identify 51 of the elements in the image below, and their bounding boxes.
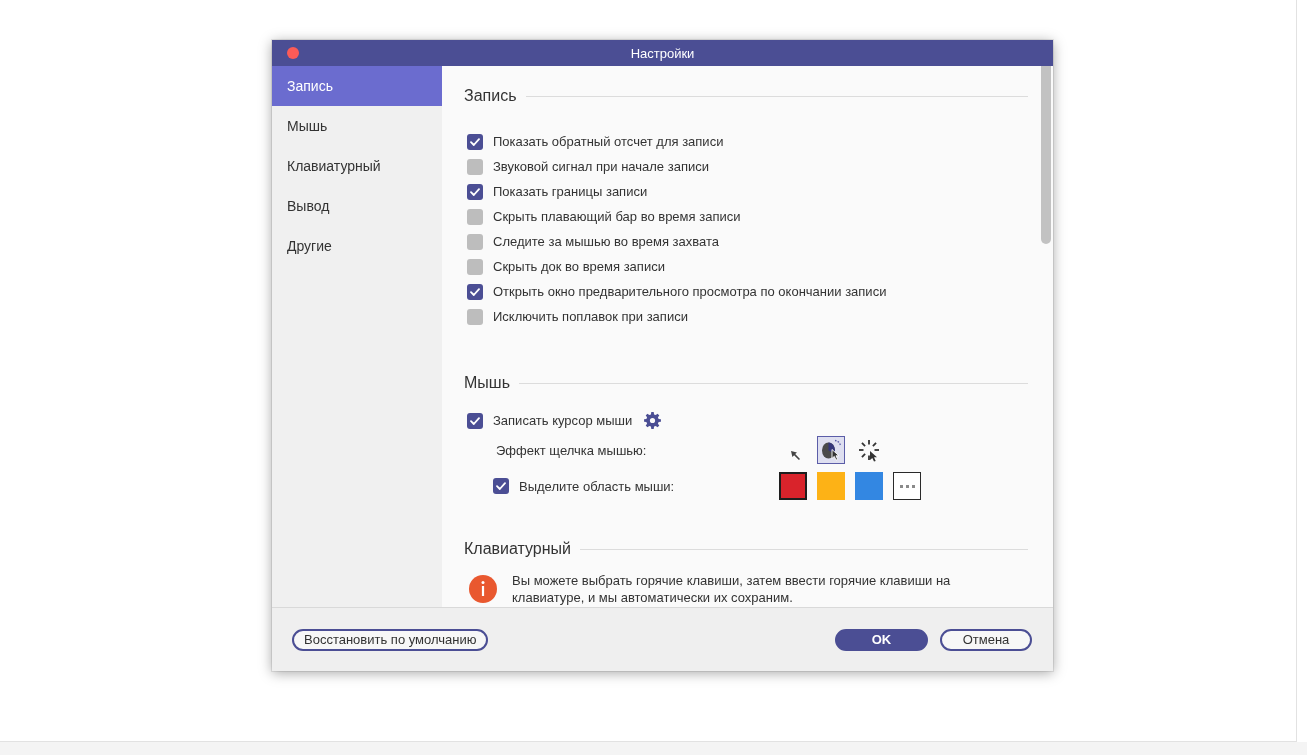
checkbox[interactable] [493, 478, 509, 494]
checkbox[interactable] [467, 183, 483, 200]
mouse-click-icon [820, 439, 842, 461]
checkbox-label: Скрыть плавающий бар во время записи [493, 209, 741, 224]
click-effect-option[interactable] [817, 436, 845, 464]
more-colors-button[interactable] [893, 472, 921, 500]
section-title: Запись [464, 87, 517, 105]
checkbox-label: Показать границы записи [493, 184, 648, 199]
sidebar-item[interactable]: Клавиатурный [272, 146, 442, 186]
scrollbar-thumb[interactable] [1041, 66, 1051, 244]
checkbox-label: Звуковой сигнал при начале записи [493, 159, 709, 174]
primary-button[interactable]: OK [835, 628, 928, 651]
sidebar-item[interactable]: Мышь [272, 106, 442, 146]
arrow-cursor-icon [791, 450, 800, 460]
checkbox-label: Скрыть док во время записи [493, 259, 665, 274]
checkbox[interactable] [467, 133, 483, 150]
checkbox[interactable] [467, 233, 483, 250]
info-text: Вы можете выбрать горячие клавиши, затем ввести горячие клавиши на клавиатуре, и мы автоматически их сохраним. [512, 572, 952, 606]
checkbox[interactable] [467, 308, 483, 325]
checkbox-label: Записать курсор мыши [493, 413, 633, 428]
section-title: Мышь [464, 374, 510, 392]
checkmark-icon [496, 482, 506, 490]
sidebar-item[interactable]: Другие [272, 226, 442, 266]
color-swatch[interactable] [855, 472, 883, 500]
color-swatch[interactable] [817, 472, 845, 500]
settings-icon[interactable] [644, 412, 662, 429]
checkbox[interactable] [467, 208, 483, 225]
field-label: Эффект щелчка мышью: [496, 442, 647, 458]
checkmark-icon [470, 137, 480, 146]
sidebar-item[interactable]: Запись [272, 66, 442, 106]
checkbox-label: Показать обратный отсчет для записи [493, 134, 724, 149]
info-icon [469, 575, 497, 603]
outline-button[interactable]: Отмена [940, 628, 1032, 651]
section-title: Клавиатурный [464, 540, 572, 558]
checkbox[interactable] [467, 283, 483, 300]
checkmark-icon [470, 416, 480, 425]
checkmark-icon [470, 287, 480, 296]
checkbox[interactable] [467, 412, 483, 429]
outline-button[interactable]: Восстановить по умолчанию [292, 628, 489, 651]
checkbox[interactable] [467, 158, 483, 175]
window-title: Настройки [630, 45, 695, 61]
checkbox-label: Открыть окно предварительного просмотра по окончании записи [493, 284, 887, 299]
checkbox-label: Исключить поплавок при записи [493, 309, 688, 324]
click-burst-icon [857, 438, 881, 462]
checkbox-label: Следите за мышью во время захвата [493, 234, 720, 249]
more-icon [899, 484, 915, 488]
checkmark-icon [470, 187, 480, 196]
sidebar-item[interactable]: Вывод [272, 186, 442, 226]
checkbox[interactable] [467, 258, 483, 275]
checkbox-label: Выделите область мыши: [519, 478, 675, 494]
color-swatch[interactable] [779, 472, 807, 500]
